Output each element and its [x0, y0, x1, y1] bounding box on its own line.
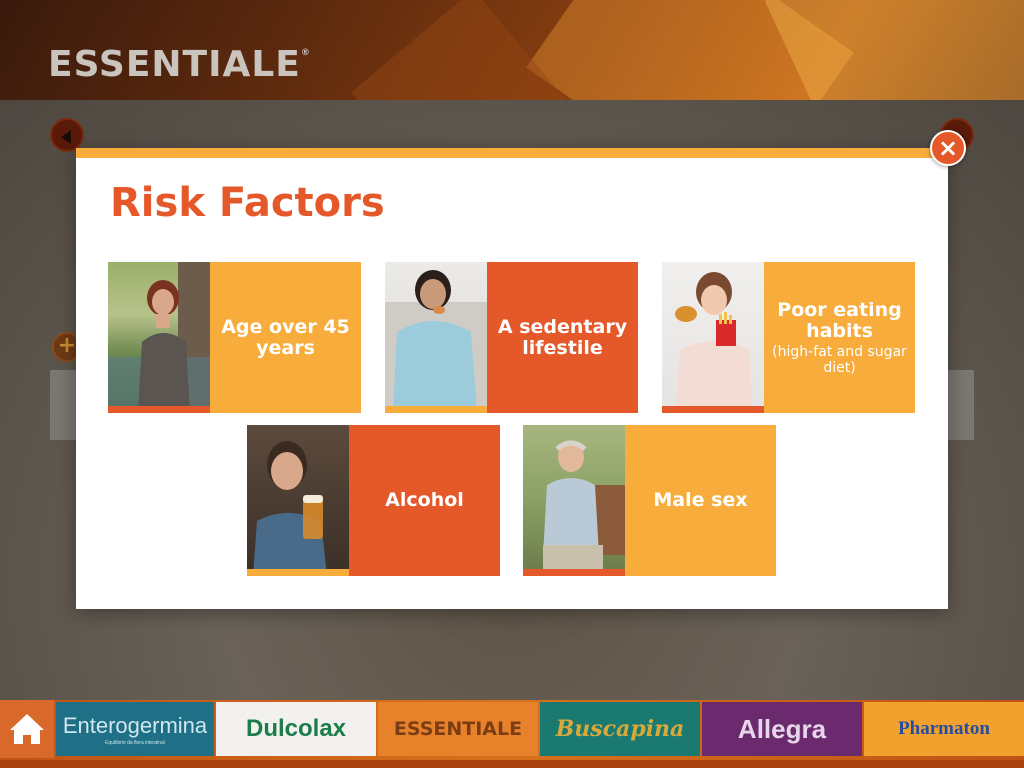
- risk-card-male: Male sex: [523, 425, 776, 576]
- modal-title: Risk Factors: [110, 180, 385, 226]
- risk-card-label: Age over 45 years: [210, 262, 361, 413]
- home-button[interactable]: [0, 700, 54, 758]
- risk-card-label: Alcohol: [349, 425, 500, 576]
- tab-allegra[interactable]: Allegra: [702, 702, 862, 756]
- risk-card-alcohol: Alcohol: [247, 425, 500, 576]
- photo-middle-aged-woman: [108, 262, 210, 413]
- modal-top-bar: [76, 148, 948, 158]
- tab-buscapina[interactable]: Buscapina: [540, 702, 700, 756]
- home-icon: [10, 714, 44, 744]
- tab-essentiale[interactable]: ESSENTIALE: [378, 702, 538, 756]
- header-decor: [764, 0, 1024, 100]
- risk-card-age: Age over 45 years: [108, 262, 361, 413]
- card-strip: [523, 569, 625, 576]
- photo-man-with-beer: [247, 425, 349, 576]
- risk-card-eating: Poor eating habits (high-fat and sugar d…: [662, 262, 915, 413]
- app-header: ESSENTIALE®: [0, 0, 1024, 100]
- bottom-nav: Enterogermina Equilibrio da flora intest…: [0, 700, 1024, 768]
- tab-dulcolax[interactable]: Dulcolax: [216, 702, 376, 756]
- card-strip: [662, 406, 764, 413]
- close-button[interactable]: ×: [930, 130, 966, 166]
- risk-card-label: Male sex: [625, 425, 776, 576]
- photo-woman-eating-burger: [662, 262, 764, 413]
- photo-older-man-on-bench: [523, 425, 625, 576]
- close-icon: ×: [937, 134, 959, 162]
- bottom-accent-line: [0, 760, 1024, 768]
- risk-card-label: Poor eating habits (high-fat and sugar d…: [764, 262, 915, 413]
- photo-woman-on-couch: [385, 262, 487, 413]
- risk-card-label: A sedentary lifestile: [487, 262, 638, 413]
- previous-arrow-icon[interactable]: [50, 118, 84, 152]
- card-strip: [247, 569, 349, 576]
- card-strip: [385, 406, 487, 413]
- risk-factors-modal: Risk Factors Age over 45 years A sedenta…: [76, 148, 948, 609]
- brand-logo: ESSENTIALE®: [48, 44, 311, 85]
- tab-pharmaton[interactable]: Pharmaton: [864, 702, 1024, 756]
- tab-enterogermina[interactable]: Enterogermina Equilibrio da flora intest…: [56, 702, 214, 756]
- risk-card-sedentary: A sedentary lifestile: [385, 262, 638, 413]
- card-strip: [108, 406, 210, 413]
